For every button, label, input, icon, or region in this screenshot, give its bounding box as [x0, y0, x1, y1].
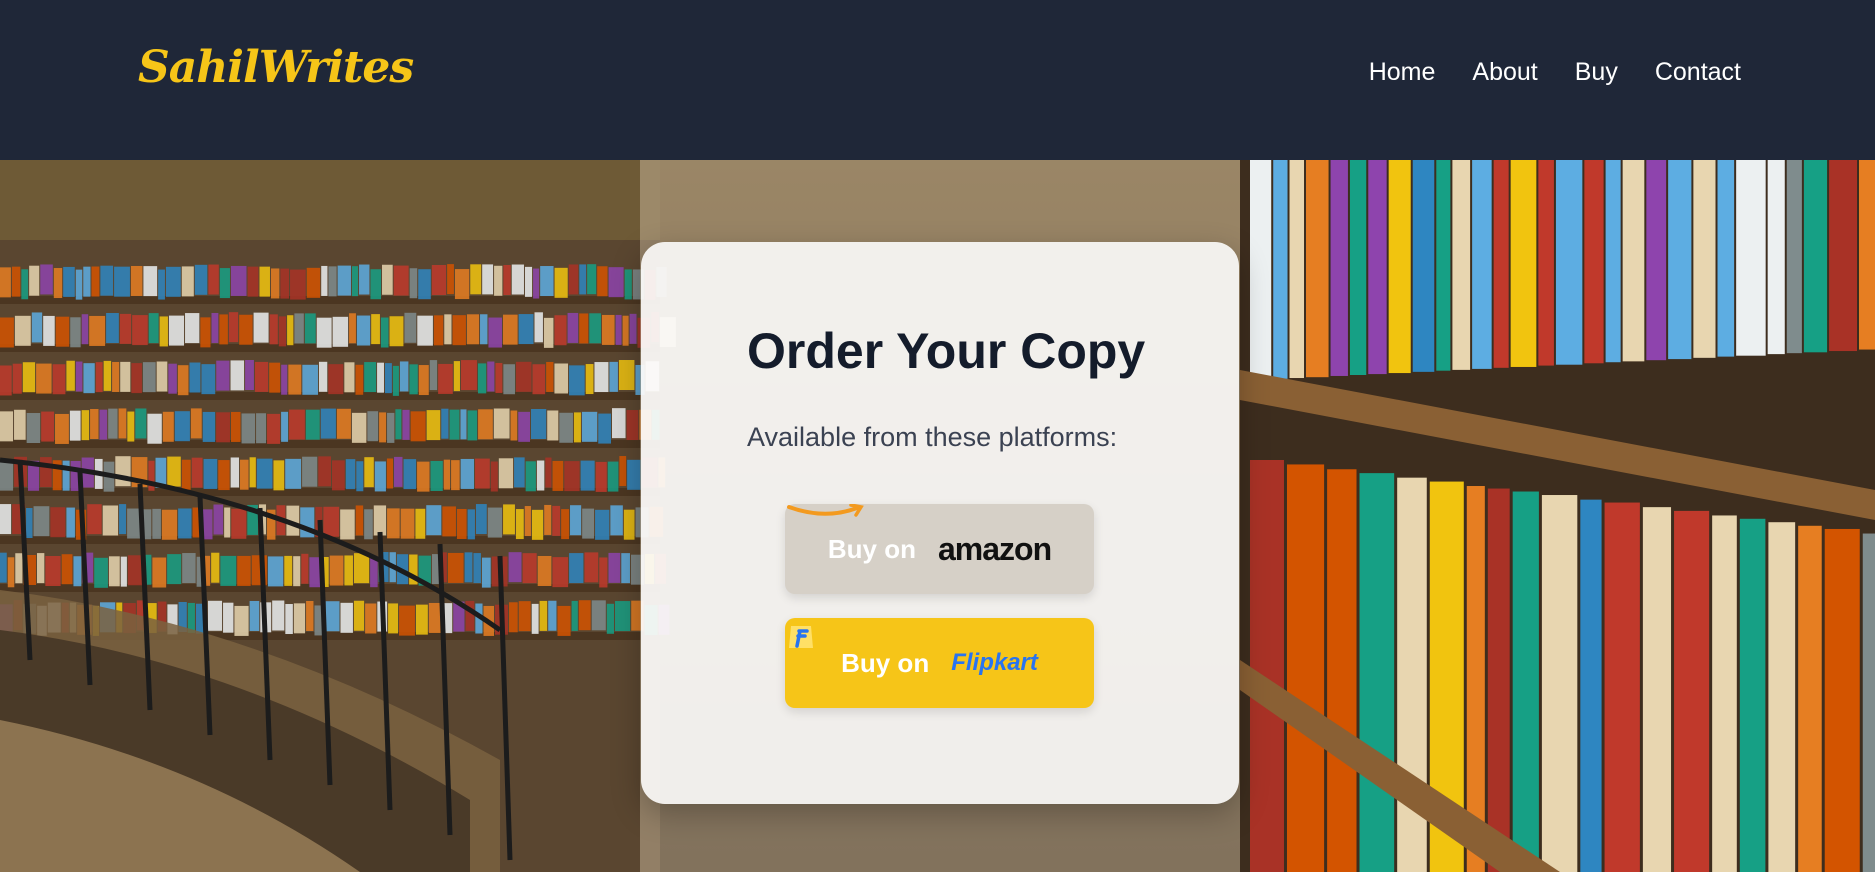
platforms-subtitle: Available from these platforms:: [747, 422, 1118, 452]
nav-link-contact[interactable]: Contact: [1655, 58, 1741, 87]
flipkart-wordmark: Flipkart: [951, 649, 1038, 676]
nav-menu: Home About Buy Contact: [1369, 58, 1741, 87]
flipkart-bag-icon: [789, 618, 813, 648]
amazon-logo-icon: amazon: [787, 504, 1052, 567]
amazon-smile-icon: [787, 504, 864, 517]
library-hero-background: Order Your Copy Available from these pla…: [0, 160, 1875, 872]
nav-link-about[interactable]: About: [1472, 58, 1537, 87]
flipkart-logo: Flipkart: [789, 618, 1038, 677]
nav-link-buy[interactable]: Buy: [1575, 58, 1618, 87]
brand-logo[interactable]: SahilWrites: [138, 42, 414, 93]
amazon-wordmark: amazon: [937, 531, 1052, 567]
order-card: Order Your Copy Available from these pla…: [641, 242, 1239, 804]
buy-on-label: Buy on: [841, 647, 930, 678]
buy-on-amazon-button[interactable]: Buy on amazon: [785, 504, 1094, 594]
nav-link-home[interactable]: Home: [1369, 58, 1436, 87]
buy-on-flipkart-button[interactable]: Buy on Flipkart: [785, 618, 1094, 708]
buy-on-label: Buy on: [827, 533, 916, 564]
top-navbar: SahilWrites Home About Buy Contact: [0, 0, 1875, 160]
order-title: Order Your Copy: [747, 323, 1146, 379]
